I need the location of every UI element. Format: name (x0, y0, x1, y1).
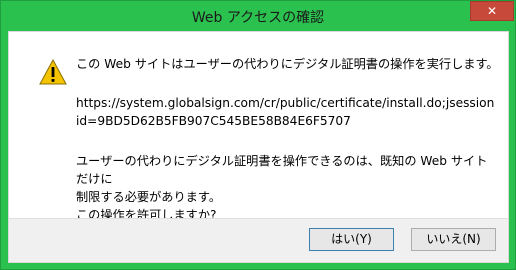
dialog-content: この Web サイトはユーザーの代わりにデジタル証明書の操作を実行します。 ht… (8, 31, 509, 263)
button-bar: はい(Y) いいえ(N) (9, 218, 508, 262)
yes-button[interactable]: はい(Y) (309, 228, 394, 251)
warning-line-1: ユーザーの代わりにデジタル証明書を操作できるのは、既知の Web サイトだけに (76, 154, 488, 186)
dialog-window: Web アクセスの確認 ✕ この Web サイトはユーザーの代わりにデジタル証明… (0, 0, 516, 270)
window-title: Web アクセスの確認 (191, 10, 325, 26)
warning-text: ユーザーの代わりにデジタル証明書を操作できるのは、既知の Web サイトだけに … (76, 152, 496, 224)
close-icon: ✕ (486, 4, 498, 18)
close-button[interactable]: ✕ (470, 1, 514, 21)
warning-line-2: 制限する必要があります。 (76, 190, 222, 204)
no-button[interactable]: いいえ(N) (411, 228, 496, 251)
title-bar[interactable]: Web アクセスの確認 ✕ (1, 1, 515, 30)
message-line-1: この Web サイトはユーザーの代わりにデジタル証明書の操作を実行します。 (76, 57, 499, 71)
certificate-url: https://system.globalsign.com/cr/public/… (76, 96, 495, 128)
warning-triangle-icon (39, 59, 67, 85)
